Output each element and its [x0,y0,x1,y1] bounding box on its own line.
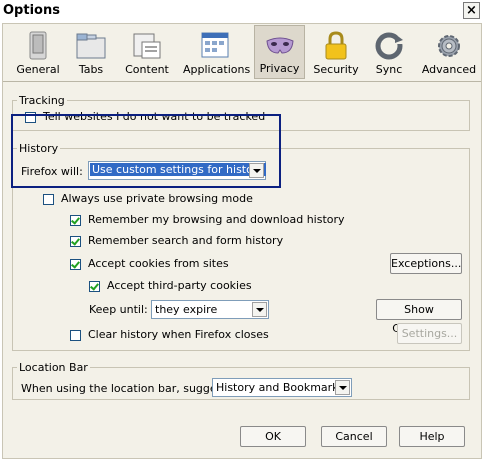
location-bar-group: Location Bar When using the location bar… [12,361,470,400]
close-icon: × [466,3,477,18]
help-button[interactable]: Help [399,426,465,447]
window-title: Options [3,3,60,18]
tab-content-label: Content [125,63,169,76]
suggest-select[interactable]: History and Bookmarks [212,378,352,397]
accept-cookies-checkbox[interactable] [70,259,81,270]
location-bar-legend: Location Bar [17,361,90,374]
tab-applications[interactable]: Applications [183,25,251,79]
sync-icon [375,32,403,60]
settings-button[interactable]: Settings... [397,323,462,344]
clear-history-label: Clear history when Firefox closes [88,328,269,341]
tab-privacy[interactable]: Privacy [254,25,305,79]
remember-search-checkbox[interactable] [70,236,81,247]
tab-security-label: Security [313,63,359,76]
applications-icon [201,32,229,58]
private-browsing-checkbox[interactable] [43,194,54,205]
tab-sync-label: Sync [375,63,403,76]
tab-privacy-label: Privacy [259,62,300,75]
keep-until-select[interactable]: they expire [151,300,269,319]
remember-browsing-label: Remember my browsing and download histor… [88,213,345,226]
tab-general-label: General [16,63,60,76]
remember-browsing-checkbox[interactable] [70,215,81,226]
keep-until-value: they expire [155,303,218,316]
suggest-label: When using the location bar, suggest: [21,382,231,395]
remember-search-label: Remember search and form history [88,234,284,247]
title-bar: Options × [0,0,484,23]
tab-tabs[interactable]: Tabs [71,25,111,79]
advanced-icon [438,35,460,57]
private-browsing-label: Always use private browsing mode [61,192,253,205]
tracking-legend: Tracking [17,94,67,107]
suggest-value: History and Bookmarks [216,381,345,394]
tab-general[interactable]: General [15,25,61,79]
security-icon [325,31,347,60]
accept-cookies-label: Accept cookies from sites [88,257,229,270]
tab-tabs-label: Tabs [78,63,104,76]
tab-advanced[interactable]: Advanced [421,25,477,79]
options-dialog: General Tabs Content Applications Privac… [2,23,482,459]
content-icon [133,33,161,59]
privacy-icon [265,37,294,54]
tab-sync[interactable]: Sync [369,25,409,79]
exceptions-button[interactable]: Exceptions... [390,253,462,274]
tab-applications-label: Applications [183,63,251,76]
clear-history-checkbox[interactable] [70,330,81,341]
focus-highlight [11,114,281,188]
tab-content[interactable]: Content [123,25,171,79]
tab-security[interactable]: Security [312,25,360,79]
cancel-button[interactable]: Cancel [321,426,387,447]
show-cookies-button[interactable]: Show Cookies... [376,299,462,335]
third-party-cookies-checkbox[interactable] [89,281,100,292]
tab-advanced-label: Advanced [421,63,477,76]
ok-button[interactable]: OK [240,426,306,447]
preferences-toolbar: General Tabs Content Applications Privac… [3,24,481,82]
chevron-down-icon [252,302,267,317]
keep-until-label: Keep until: [89,303,148,316]
tabs-icon [76,33,106,59]
chevron-down-icon [335,380,350,395]
third-party-cookies-label: Accept third-party cookies [107,279,252,292]
general-icon [29,31,47,60]
close-button[interactable]: × [463,2,480,19]
